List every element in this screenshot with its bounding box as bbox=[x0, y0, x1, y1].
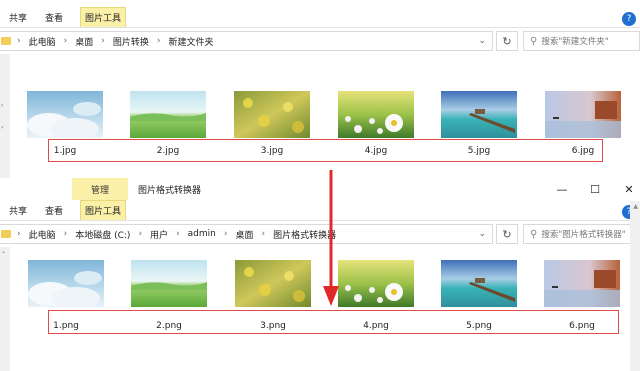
help-icon[interactable]: ? bbox=[622, 12, 636, 26]
chevron-right-icon[interactable]: › bbox=[17, 36, 21, 46]
maximize-icon[interactable]: ☐ bbox=[578, 178, 612, 200]
chevron-right-icon[interactable]: › bbox=[64, 36, 68, 46]
address-row: › 此电脑 › 桌面 › 图片转换 › 新建文件夹 ⌄ ↻ ⚲ 搜索"新建文件夹… bbox=[0, 28, 640, 54]
breadcrumb-users[interactable]: 用户 bbox=[150, 228, 168, 241]
collapse-arrow-icon[interactable]: ⌃ bbox=[1, 251, 7, 258]
tab-view[interactable]: 查看 bbox=[42, 200, 66, 220]
thumbnail-lake-sunset[interactable] bbox=[545, 91, 621, 138]
nav-pane-edge: › › bbox=[0, 54, 10, 178]
close-icon[interactable]: ✕ bbox=[612, 178, 640, 200]
history-dropdown-icon[interactable]: ⌄ bbox=[478, 36, 486, 46]
chevron-right-icon[interactable]: › bbox=[262, 229, 266, 239]
thumbnail-pier[interactable] bbox=[441, 260, 517, 307]
chevron-right-icon[interactable]: › bbox=[17, 229, 21, 239]
annotation-box-jpg bbox=[48, 139, 603, 162]
thumbnail-meadow[interactable] bbox=[131, 260, 207, 307]
thumbnail-clouds[interactable] bbox=[28, 260, 104, 307]
ribbon-tabs: 共享 查看 图片工具 ⌄ ? bbox=[0, 7, 640, 28]
chevron-right-icon[interactable]: › bbox=[138, 229, 142, 239]
minimize-icon[interactable]: — bbox=[545, 178, 579, 200]
chevron-right-icon[interactable]: › bbox=[157, 36, 161, 46]
breadcrumb-this-pc[interactable]: 此电脑 bbox=[29, 35, 56, 48]
folder-icon bbox=[1, 230, 11, 238]
breadcrumb-this-pc[interactable]: 此电脑 bbox=[29, 228, 56, 241]
annotation-box-png bbox=[48, 310, 619, 334]
tab-picture-tools[interactable]: 图片工具 bbox=[80, 200, 126, 220]
tab-share[interactable]: 共享 bbox=[6, 200, 30, 220]
chevron-right-icon[interactable]: › bbox=[176, 229, 180, 239]
breadcrumb-desktop[interactable]: 桌面 bbox=[235, 228, 253, 241]
thumbnail-pier[interactable] bbox=[441, 91, 517, 138]
tab-picture-tools[interactable]: 图片工具 bbox=[80, 7, 126, 27]
refresh-icon[interactable]: ↻ bbox=[496, 31, 518, 51]
breadcrumb-new-folder[interactable]: 新建文件夹 bbox=[168, 35, 213, 48]
breadcrumb-desktop[interactable]: 桌面 bbox=[75, 35, 93, 48]
chevron-right-icon[interactable]: › bbox=[224, 229, 228, 239]
chevron-right-icon[interactable]: › bbox=[64, 229, 68, 239]
breadcrumb-image-convert[interactable]: 图片转换 bbox=[113, 35, 149, 48]
tab-view[interactable]: 查看 bbox=[42, 7, 66, 27]
thumbnail-daisies[interactable] bbox=[338, 260, 414, 307]
window-title: 图片格式转换器 bbox=[138, 186, 202, 196]
nav-pane-edge: ⌃ bbox=[0, 247, 10, 371]
thumbnail-clouds[interactable] bbox=[27, 91, 103, 138]
search-input[interactable]: ⚲ 搜索"新建文件夹" bbox=[523, 31, 640, 51]
thumbnail-meadow[interactable] bbox=[130, 91, 206, 138]
breadcrumb-admin[interactable]: admin bbox=[188, 229, 216, 239]
file-pane: › › 1.jpg 2.jpg 3.jpg 4.jpg 5.jpg 6.jpg bbox=[0, 54, 640, 178]
tab-share[interactable]: 共享 bbox=[6, 7, 30, 27]
search-icon: ⚲ bbox=[530, 228, 538, 240]
tab-manage[interactable]: 管理 bbox=[72, 178, 128, 200]
vertical-scrollbar[interactable]: ▲ bbox=[630, 201, 640, 371]
folder-icon bbox=[1, 37, 11, 45]
chevron-right-icon[interactable]: › bbox=[101, 36, 105, 46]
expand-arrow-icon[interactable]: › bbox=[1, 102, 7, 109]
search-icon: ⚲ bbox=[530, 35, 538, 47]
thumbnail-yellow-flowers[interactable] bbox=[234, 91, 310, 138]
expand-arrow-icon[interactable]: › bbox=[1, 124, 7, 131]
annotation-arrow-icon bbox=[323, 170, 339, 306]
search-input[interactable]: ⚲ 搜索"图片格式转换器" bbox=[523, 224, 640, 244]
explorer-window-top: 共享 查看 图片工具 ⌄ ? › 此电脑 › 桌面 › 图片转换 › 新建文件夹… bbox=[0, 0, 640, 178]
search-placeholder: 搜索"图片格式转换器" bbox=[541, 230, 626, 240]
history-dropdown-icon[interactable]: ⌄ bbox=[478, 229, 486, 239]
thumbnail-daisies[interactable] bbox=[338, 91, 414, 138]
address-bar[interactable]: › 此电脑 › 桌面 › 图片转换 › 新建文件夹 ⌄ bbox=[0, 31, 493, 51]
scroll-up-icon[interactable]: ▲ bbox=[633, 203, 638, 210]
address-bar[interactable]: › 此电脑 › 本地磁盘 (C:) › 用户 › admin › 桌面 › 图片… bbox=[0, 224, 493, 244]
refresh-icon[interactable]: ↻ bbox=[496, 224, 518, 244]
ribbon-expand[interactable]: ⌄ ? bbox=[622, 10, 636, 26]
search-placeholder: 搜索"新建文件夹" bbox=[541, 37, 609, 47]
thumbnail-yellow-flowers[interactable] bbox=[235, 260, 311, 307]
breadcrumb-local-disk[interactable]: 本地磁盘 (C:) bbox=[75, 228, 130, 241]
thumbnail-lake-sunset[interactable] bbox=[544, 260, 620, 307]
